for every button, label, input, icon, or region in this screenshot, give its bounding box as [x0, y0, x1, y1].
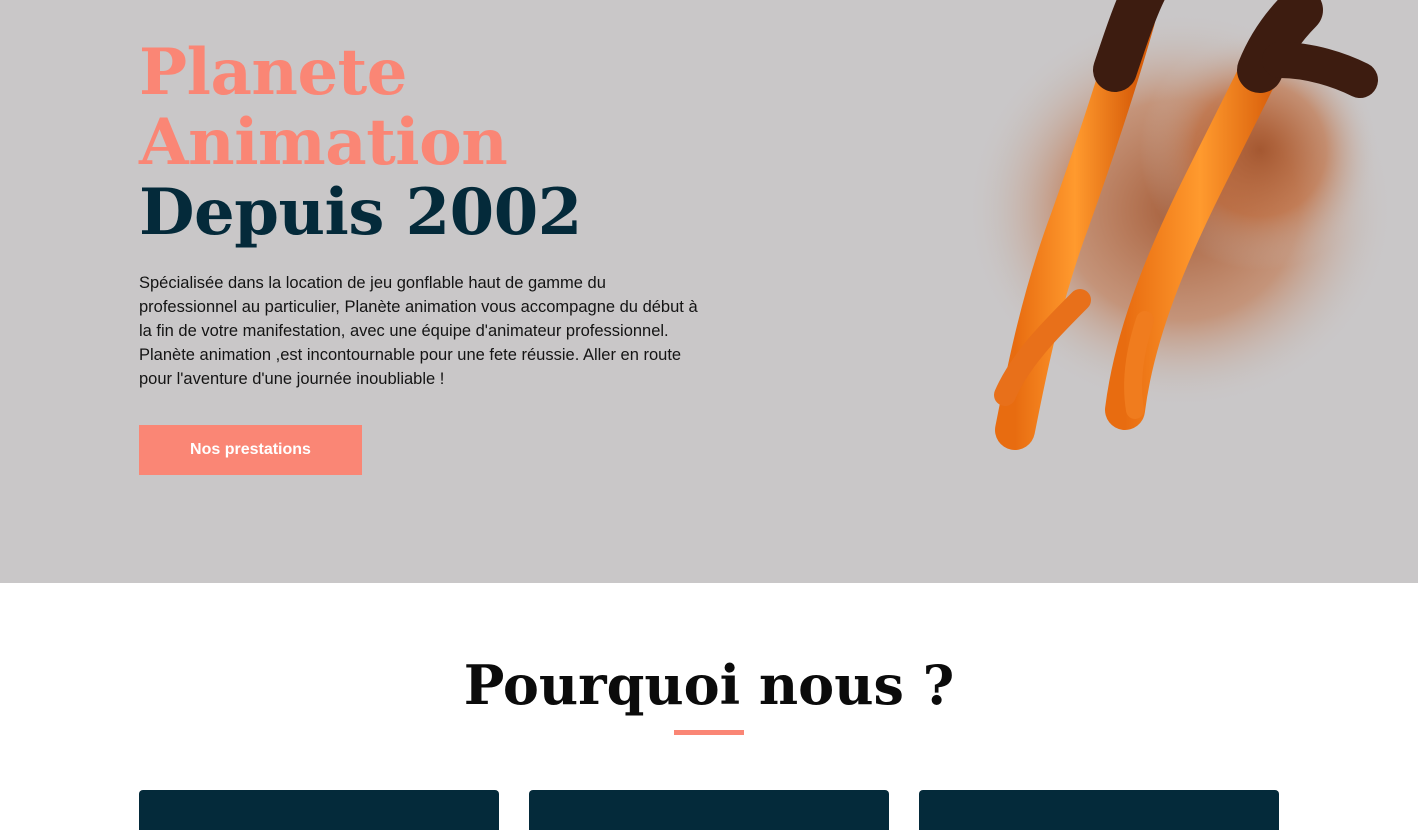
hero-title-line3: Depuis 2002	[139, 175, 582, 250]
hero-title-line2: Animation	[139, 105, 508, 180]
title-underline	[674, 730, 744, 735]
feature-card-1	[139, 790, 499, 830]
feature-card-2	[529, 790, 889, 830]
hero-title-line1: Planete	[139, 35, 407, 110]
churros-image	[965, 0, 1395, 450]
prestations-button[interactable]: Nos prestations	[139, 425, 362, 475]
feature-card-3	[919, 790, 1279, 830]
why-title: Pourquoi nous ?	[463, 653, 955, 717]
hero-title: Planete Animation Depuis 2002	[139, 38, 582, 248]
hero-section: Planete Animation Depuis 2002 Spécialisé…	[0, 0, 1418, 583]
hero-description: Spécialisée dans la location de jeu gonf…	[139, 274, 698, 388]
